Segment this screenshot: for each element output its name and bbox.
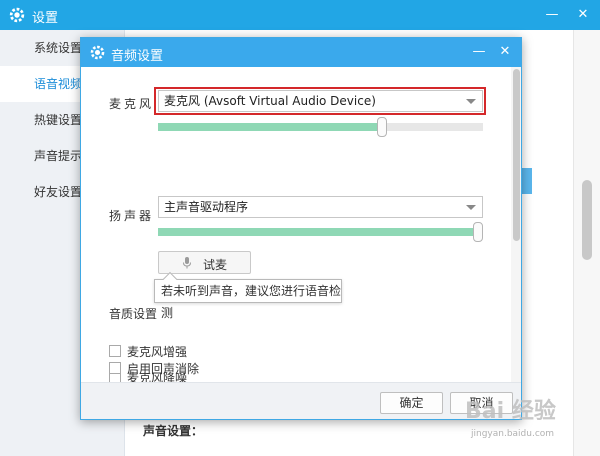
speaker-volume-handle[interactable] [473,222,483,242]
speaker-device-value: 主声音驱动程序 [164,200,249,214]
settings-title-bar: 设置 — ✕ [0,0,600,30]
speaker-label: 扬声器 [109,209,155,223]
mic-volume-fill [158,123,382,131]
dialog-scroll-thumb[interactable] [513,69,520,241]
audio-settings-dialog: 音频设置 — ✕ 麦克风 麦克风 (Avsoft Virtual Audio D… [80,37,522,420]
checkbox-label: 启用回声消除 [127,362,200,376]
watermark-main: Bai 经验 [465,399,556,424]
dialog-title-bar: 音频设置 — ✕ [81,38,521,67]
mic-volume-handle[interactable] [377,117,387,137]
test-mic-label: 试麦 [203,258,228,272]
quality-section-title: 音质设置 [109,307,158,321]
dialog-body: 麦克风 麦克风 (Avsoft Virtual Audio Device) 扬声… [81,67,521,382]
mic-boost-checkbox[interactable]: 麦克风增强 [109,343,249,359]
mic-label: 麦克风 [109,97,155,111]
dialog-scrollbar[interactable] [511,67,521,382]
mic-volume-slider[interactable] [158,117,483,137]
sound-settings-heading: 声音设置： [143,424,204,438]
checkbox-box[interactable] [109,345,121,357]
close-icon[interactable]: ✕ [572,4,594,26]
echo-cancel-checkbox[interactable]: 启用回声消除 [109,360,249,376]
speaker-device-select[interactable]: 主声音驱动程序 [158,196,483,218]
chevron-down-icon [466,99,476,104]
minimize-icon[interactable]: — [469,42,489,62]
speaker-volume-fill [158,228,480,236]
watermark-sub: jingyan.baidu.com [471,429,555,439]
microphone-icon [183,257,191,269]
test-mic-button[interactable]: 试麦 [158,251,251,274]
mic-device-select[interactable]: 麦克风 (Avsoft Virtual Audio Device) [158,90,483,112]
ok-button[interactable]: 确定 [380,392,443,414]
tooltip-text: 若未听到声音，建议您进行语音检测 [161,284,342,320]
settings-title: 设置 [32,11,59,26]
minimize-icon[interactable]: — [541,4,563,26]
dialog-title: 音频设置 [111,49,164,64]
close-icon[interactable]: ✕ [495,42,515,62]
checkbox-label: 麦克风增强 [127,345,188,359]
speaker-volume-slider[interactable] [158,222,483,242]
dialog-footer: 确定 取消 [81,382,521,419]
checkbox-box[interactable] [109,362,121,374]
voice-check-tooltip: 若未听到声音，建议您进行语音检测 [154,271,342,320]
mic-device-value: 麦克风 (Avsoft Virtual Audio Device) [164,94,376,108]
baidu-jingyan-watermark: Bai 经验 jingyan.baidu.com [465,393,595,448]
settings-scroll-thumb[interactable] [582,180,592,260]
gear-icon [90,45,105,60]
gear-icon [9,7,25,23]
chevron-down-icon [466,205,476,210]
